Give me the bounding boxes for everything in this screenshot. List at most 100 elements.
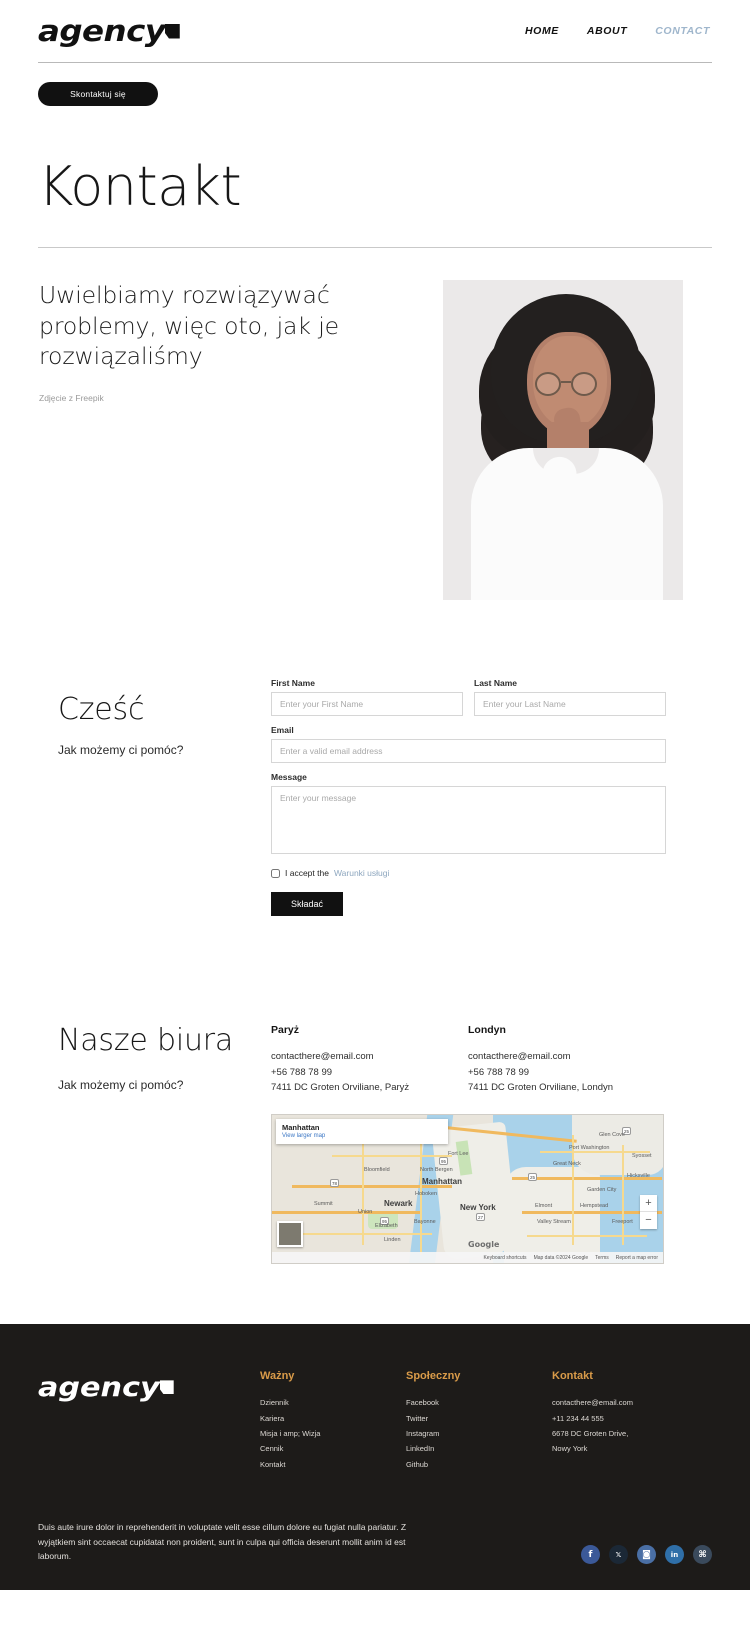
map-label: Freeport (612, 1219, 633, 1226)
message-input[interactable] (271, 786, 666, 855)
view-larger-map-link[interactable]: View larger map (282, 1133, 442, 1139)
email-label: Email (271, 725, 294, 736)
logo-mark-icon (164, 23, 180, 39)
map-label: Hicksville (627, 1173, 650, 1180)
footer-bottom: Duis aute irure dolor in reprehenderit i… (38, 1520, 712, 1565)
contact-us-button[interactable]: Skontaktuj się (38, 82, 158, 106)
offices-content: Paryż contacthere@email.com +56 788 78 9… (271, 1024, 666, 1265)
office-phone[interactable]: +56 788 78 99 (468, 1065, 665, 1080)
accept-terms-row: I accept the Warunki usługi (271, 868, 666, 878)
map-label: Manhattan (422, 1177, 462, 1187)
office-card-paris: Paryż contacthere@email.com +56 788 78 9… (271, 1024, 468, 1095)
zoom-out-button[interactable]: − (640, 1212, 657, 1229)
map-label: Bloomfield (364, 1167, 390, 1174)
legal-text: Duis aute irure dolor in reprehenderit i… (38, 1522, 407, 1562)
footer-link[interactable]: Misja i amp; Wizja (260, 1426, 406, 1441)
form-intro-block: Cześć Jak możemy ci pomóc? (38, 678, 253, 916)
map-zoom-controls[interactable]: + − (640, 1195, 657, 1230)
footer-link[interactable]: Twitter (406, 1411, 552, 1426)
offices-heading: Nasze biura (58, 1023, 234, 1059)
terms-of-service-link[interactable]: Warunki usługi (334, 868, 389, 878)
last-name-field: Last Name (474, 678, 666, 717)
site-header: agency HOME ABOUT CONTACT (0, 0, 750, 62)
map-label: Port Washington (569, 1145, 610, 1152)
map-place-title: Manhattan (282, 1123, 320, 1133)
first-name-input[interactable] (271, 692, 463, 717)
main-nav: HOME ABOUT CONTACT (525, 25, 710, 37)
nav-item-contact[interactable]: CONTACT (655, 25, 710, 37)
footer-link[interactable]: Facebook (406, 1395, 552, 1410)
linkedin-icon[interactable]: in (665, 1545, 684, 1565)
last-name-input[interactable] (474, 692, 666, 717)
email-input[interactable] (271, 739, 666, 764)
footer-link[interactable]: Kariera (260, 1411, 406, 1426)
offices-section: Nasze biura Jak możemy ci pomóc? Paryż c… (0, 916, 750, 1265)
footer-link[interactable]: Instagram (406, 1426, 552, 1441)
map-info-card[interactable]: Manhattan View larger map (276, 1119, 448, 1145)
google-map[interactable]: 78 95 95 25 27 25 Manhattan New York Newar… (271, 1114, 664, 1265)
page-title: Kontakt (38, 155, 242, 218)
email-field: Email (271, 725, 666, 764)
street-view-thumbnail[interactable] (277, 1221, 303, 1248)
map-label: Elizabeth (375, 1223, 398, 1230)
contact-form-section: Cześć Jak możemy ci pomóc? First Name La… (0, 600, 750, 917)
map-label: Bayonne (414, 1219, 436, 1226)
map-label: Summit (314, 1201, 333, 1208)
footer-column-title: Ważny (260, 1370, 295, 1383)
footer-column-kontakt: Kontakt contacthere@email.com +11 234 44… (552, 1370, 702, 1472)
map-label: Hoboken (415, 1191, 438, 1198)
map-label: Glen Cove (599, 1132, 625, 1139)
instagram-icon[interactable]: ◙ (637, 1545, 656, 1565)
office-email[interactable]: contacthere@email.com (468, 1049, 665, 1064)
logo-text: agency (38, 13, 166, 48)
intro-heading: Uwielbiamy rozwiązywać problemy, więc ot… (39, 281, 339, 370)
social-links: f 𝕏 ◙ in ⌘ (581, 1545, 712, 1565)
office-email[interactable]: contacthere@email.com (271, 1049, 468, 1064)
map-label: Hempstead (580, 1203, 609, 1210)
github-icon[interactable]: ⌘ (693, 1545, 712, 1565)
x-twitter-icon[interactable]: 𝕏 (609, 1545, 628, 1565)
footer-link[interactable]: LinkedIn (406, 1441, 552, 1456)
nav-item-about[interactable]: ABOUT (587, 25, 627, 37)
footer-link[interactable]: Cennik (260, 1441, 406, 1456)
submit-button[interactable]: Składać (271, 892, 344, 917)
footer-column-spoleczny: Społeczny Facebook Twitter Instagram Lin… (406, 1370, 552, 1472)
last-name-label: Last Name (474, 678, 517, 689)
keyboard-shortcuts-label[interactable]: Keyboard shortcuts (483, 1255, 526, 1261)
name-fields-row: First Name Last Name (271, 678, 666, 725)
nav-item-home[interactable]: HOME (525, 25, 559, 37)
office-address: 7411 DC Groten Orviliane, Paryż (271, 1081, 410, 1093)
footer-link[interactable]: Kontakt (260, 1457, 406, 1472)
portrait-photo (443, 280, 683, 601)
route-shield: 78 (330, 1179, 339, 1188)
office-city: Paryż (271, 1024, 300, 1037)
footer-column-wazny: Ważny Dziennik Kariera Misja i amp; Wizj… (260, 1370, 406, 1472)
footer-contact-email[interactable]: contacthere@email.com (552, 1395, 702, 1410)
zoom-in-button[interactable]: + (640, 1195, 657, 1213)
intro-text-block: Uwielbiamy rozwiązywać problemy, więc ot… (38, 280, 413, 403)
report-map-error-link[interactable]: Report a map error (616, 1255, 658, 1261)
footer-link[interactable]: Github (406, 1457, 552, 1472)
office-phone[interactable]: +56 788 78 99 (271, 1065, 468, 1080)
office-city: Londyn (468, 1024, 506, 1037)
page-root: agency HOME ABOUT CONTACT Skontaktuj się… (0, 0, 750, 1591)
map-terms-link[interactable]: Terms (595, 1255, 609, 1261)
facebook-icon[interactable]: f (581, 1545, 600, 1565)
logo[interactable]: agency (38, 13, 180, 48)
footer-link[interactable]: Dziennik (260, 1395, 406, 1410)
first-name-label: First Name (271, 678, 315, 689)
map-label: North Bergen (420, 1167, 453, 1174)
accept-terms-checkbox[interactable] (271, 868, 280, 878)
office-cards: Paryż contacthere@email.com +56 788 78 9… (271, 1024, 666, 1095)
map-label: Linden (384, 1237, 401, 1244)
map-label: Syosset (632, 1153, 652, 1160)
footer-column-title: Kontakt (552, 1370, 593, 1383)
footer-contact-phone[interactable]: +11 234 44 555 (552, 1411, 702, 1426)
cta-row: Skontaktuj się (0, 63, 750, 106)
office-card-london: Londyn contacthere@email.com +56 788 78 … (468, 1024, 665, 1095)
map-attribution-bar: Keyboard shortcuts Map data ©2024 Google… (272, 1252, 663, 1264)
first-name-field: First Name (271, 678, 463, 717)
footer-logo[interactable]: agency (38, 1370, 260, 1472)
offices-intro-block: Nasze biura Jak możemy ci pomóc? (38, 1024, 253, 1264)
form-subheading: Jak możemy ci pomóc? (58, 743, 184, 758)
